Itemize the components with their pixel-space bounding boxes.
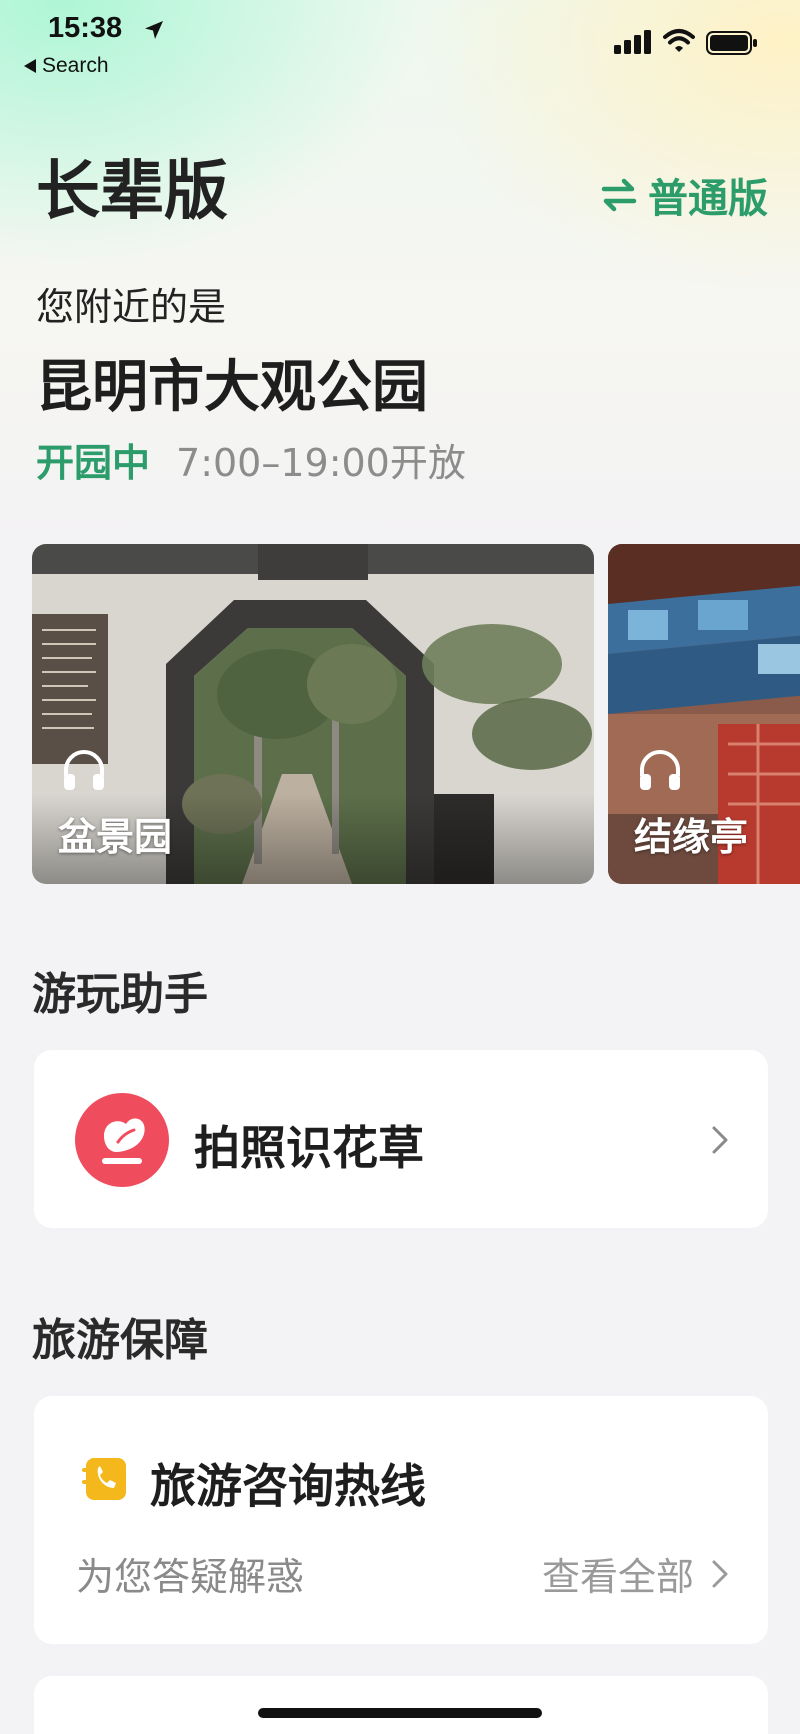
place-name: 昆明市大观公园 <box>36 355 428 420</box>
location-arrow-icon <box>145 21 163 39</box>
headphones-icon <box>64 750 104 790</box>
status-time: 15:38 <box>48 12 123 44</box>
plant-identify-label: 拍照识花草 <box>194 1121 424 1175</box>
view-all-label: 查看全部 <box>541 1555 694 1599</box>
cellular-signal-icon <box>614 30 651 54</box>
switch-label: 普通版 <box>648 176 768 222</box>
page-title: 长辈版 <box>36 155 228 229</box>
headphones-icon <box>640 750 680 790</box>
phone-icon <box>82 1458 126 1500</box>
opening-status-row: 开园中 7:00–19:00开放 <box>36 432 466 487</box>
chevron-right-icon <box>712 1126 728 1154</box>
section-title-play-assistant: 游玩助手 <box>32 969 208 1020</box>
attraction-card[interactable]: 结缘亭 <box>608 544 800 884</box>
hotline-subtitle: 为您答疑解惑 <box>76 1555 305 1599</box>
back-arrow-icon <box>24 59 36 73</box>
home-indicator[interactable] <box>258 1708 542 1718</box>
back-to-search[interactable]: Search <box>24 54 109 78</box>
swap-icon <box>601 178 637 212</box>
nearby-label: 您附近的是 <box>36 285 227 329</box>
hotline-title: 旅游咨询热线 <box>150 1459 426 1513</box>
open-status: 开园中 <box>36 441 151 485</box>
travel-hotline-card[interactable]: 旅游咨询热线 为您答疑解惑 查看全部 <box>34 1396 768 1644</box>
flower-camera-icon <box>75 1093 169 1187</box>
switch-standard-version-button[interactable]: 普通版 <box>600 166 768 224</box>
chevron-right-icon <box>712 1560 728 1587</box>
next-card[interactable] <box>34 1676 768 1734</box>
opening-hours: 7:00–19:00开放 <box>176 441 466 485</box>
view-all-link[interactable]: 查看全部 <box>542 1546 730 1601</box>
wifi-icon <box>663 29 695 52</box>
attraction-card[interactable]: 盆景园 <box>32 544 594 884</box>
back-label: Search <box>42 54 109 77</box>
card-label: 结缘亭 <box>634 815 749 859</box>
plant-identify-item[interactable]: 拍照识花草 <box>34 1050 768 1228</box>
card-label: 盆景园 <box>58 815 173 859</box>
battery-icon <box>706 31 757 55</box>
section-title-travel-guarantee: 旅游保障 <box>32 1315 208 1366</box>
